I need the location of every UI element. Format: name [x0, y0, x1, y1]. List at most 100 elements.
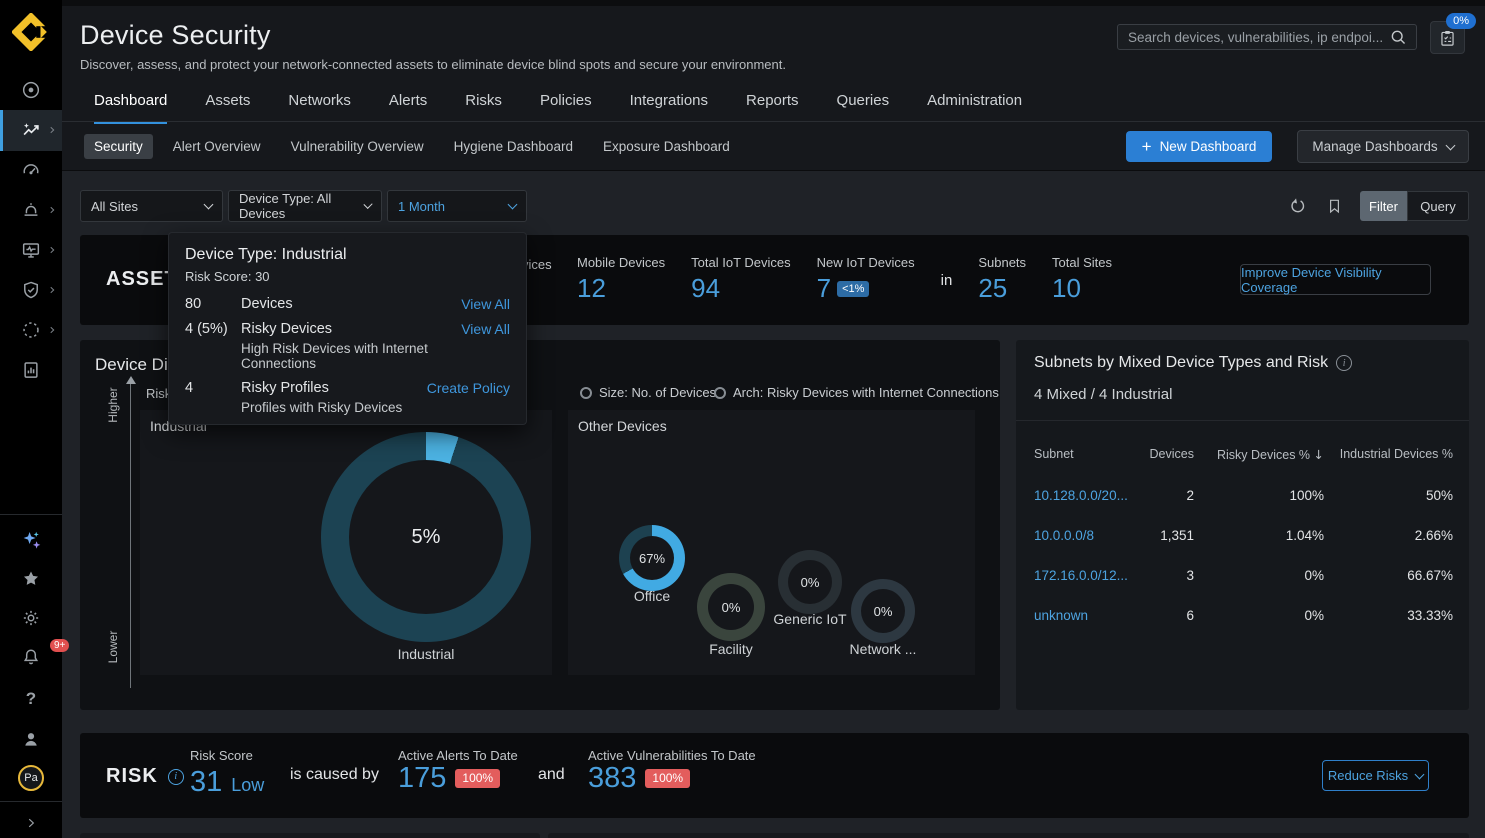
filter-dropdown-1[interactable]: All Sites: [80, 190, 223, 222]
refresh-icon: [1288, 197, 1307, 216]
donut-value: 0%: [722, 600, 741, 615]
stat-label: Mobile Devices: [577, 255, 665, 270]
sidebar-item-avatar[interactable]: Pa: [0, 761, 62, 795]
sidebar-item-sparkles[interactable]: [0, 523, 62, 557]
page-subtitle: Discover, assess, and protect your netwo…: [80, 57, 786, 72]
coverage-checklist-button[interactable]: 0%: [1430, 21, 1465, 54]
subnets-card: Subnets by Mixed Device Types and Risk i…: [1016, 340, 1469, 710]
donut-generic-iot[interactable]: 0%: [778, 550, 842, 614]
tab-networks[interactable]: Networks: [288, 92, 351, 124]
sidebar-collapse-button[interactable]: [0, 806, 62, 838]
new-dashboard-button[interactable]: + New Dashboard: [1126, 131, 1272, 162]
tab-queries[interactable]: Queries: [837, 92, 890, 124]
subnet-link[interactable]: 10.128.0.0/20...: [1034, 488, 1134, 503]
subtab-vulnerability-overview[interactable]: Vulnerability Overview: [281, 134, 434, 159]
subtab-alert-overview[interactable]: Alert Overview: [163, 134, 271, 159]
manage-dashboards-button[interactable]: Manage Dashboards: [1297, 130, 1469, 163]
popup-action-view-all[interactable]: View All: [461, 296, 510, 312]
col-devices: Devices: [1134, 447, 1194, 462]
stat-total-iot-devices: Total IoT Devices94: [691, 255, 790, 304]
sidebar-item-bell[interactable]: 9+: [0, 640, 62, 674]
search-input[interactable]: [1126, 29, 1389, 46]
tab-reports[interactable]: Reports: [746, 92, 799, 124]
tab-integrations[interactable]: Integrations: [630, 92, 708, 124]
improve-visibility-button[interactable]: Improve Device Visibility Coverage: [1240, 264, 1431, 295]
sidebar-item-alarm[interactable]: [0, 193, 62, 227]
shield-check-icon: [20, 279, 42, 301]
sidebar-item-radar[interactable]: [0, 73, 62, 107]
industrial-risk-donut[interactable]: 5%: [321, 432, 531, 642]
popup-row-3: 4Risky ProfilesProfiles with Risky Devic…: [185, 380, 510, 415]
filter-toggle-button[interactable]: Filter: [1360, 191, 1407, 221]
chevron-right-icon: [47, 285, 57, 295]
reduce-risks-button[interactable]: Reduce Risks: [1322, 760, 1429, 791]
donut-hole: 0%: [861, 589, 905, 633]
filter-value: 1 Month: [398, 199, 445, 214]
donut-office[interactable]: 67%: [619, 525, 685, 591]
subnets-table-header: Subnet Devices Risky Devices % ↓ Industr…: [1034, 447, 1453, 462]
tab-dashboard[interactable]: Dashboard: [94, 92, 167, 124]
sparkles-icon: [19, 528, 43, 552]
bookmark-icon: [1326, 196, 1343, 216]
sidebar: 9+? Pa: [0, 0, 62, 838]
popup-action-view-all[interactable]: View All: [461, 321, 510, 337]
brand-logo[interactable]: [0, 12, 62, 52]
device-security-dashboard: 9+?Pa Device Security Discover, assess, …: [0, 0, 1485, 838]
sidebar-item-device-monitor[interactable]: [0, 233, 62, 267]
help-icon: ?: [26, 689, 36, 709]
subnet-link[interactable]: 10.0.0.0/8: [1034, 528, 1134, 543]
risk-summary-bar: RISK i Risk Score 31 Low is caused by Ac…: [80, 733, 1469, 818]
industrial-donut-label: Industrial: [366, 646, 486, 662]
popup-row-label: Risky Profiles: [241, 380, 427, 396]
tab-administration[interactable]: Administration: [927, 92, 1022, 124]
donut-facility[interactable]: 0%: [697, 573, 765, 641]
subnet-cell: 1,351: [1134, 528, 1194, 543]
subnet-link[interactable]: 172.16.0.0/12...: [1034, 568, 1134, 583]
search-icon[interactable]: [1389, 28, 1408, 47]
sidebar-item-insights[interactable]: [0, 113, 62, 147]
chevron-down-icon: [204, 200, 214, 210]
filter-dropdown-2[interactable]: Device Type: All Devices: [228, 190, 382, 222]
risk-info-icon[interactable]: i: [168, 769, 184, 785]
device-distribution-title: Device Di: [95, 355, 168, 375]
radio-arch-risky[interactable]: Arch: Risky Devices with Internet Connec…: [714, 385, 999, 400]
sidebar-item-discovery[interactable]: [0, 313, 62, 347]
subtab-hygiene-dashboard[interactable]: Hygiene Dashboard: [444, 134, 583, 159]
stat-subnets: Subnets25: [978, 255, 1026, 304]
subtab-exposure-dashboard[interactable]: Exposure Dashboard: [593, 134, 740, 159]
sidebar-item-help[interactable]: ?: [0, 682, 62, 716]
subtab-security[interactable]: Security: [84, 134, 153, 159]
radar-icon: [20, 79, 42, 101]
info-icon[interactable]: i: [1336, 355, 1352, 371]
alerts-value: 175: [398, 762, 446, 795]
sidebar-item-gauge[interactable]: [0, 153, 62, 187]
tab-alerts[interactable]: Alerts: [389, 92, 427, 124]
tab-policies[interactable]: Policies: [540, 92, 592, 124]
sidebar-item-star[interactable]: [0, 562, 62, 596]
sidebar-item-shield-check[interactable]: [0, 273, 62, 307]
donut-network-[interactable]: 0%: [851, 579, 915, 643]
subnet-link[interactable]: unknown: [1034, 608, 1134, 623]
sidebar-item-gear[interactable]: [0, 601, 62, 635]
avatar[interactable]: Pa: [18, 765, 44, 791]
popup-row-2: 4 (5%)Risky DevicesHigh Risk Devices wit…: [185, 321, 510, 371]
popup-action-create-policy[interactable]: Create Policy: [427, 380, 510, 396]
col-risky-sort[interactable]: Risky Devices % ↓: [1194, 447, 1324, 462]
main-nav-tabs: Dashboard Assets Networks Alerts Risks Polici…: [94, 92, 1022, 124]
radio-size-devices[interactable]: Size: No. of Devices: [580, 385, 716, 400]
tab-assets[interactable]: Assets: [205, 92, 250, 124]
bookmark-button[interactable]: [1326, 196, 1343, 216]
filter-dropdown-3[interactable]: 1 Month: [387, 190, 527, 222]
subnets-subtitle: 4 Mixed / 4 Industrial: [1034, 386, 1172, 403]
sidebar-item-report[interactable]: [0, 353, 62, 387]
industrial-tooltip-popup: Device Type: Industrial Risk Score: 30 8…: [168, 232, 527, 425]
donut-value: 0%: [874, 604, 893, 619]
alarm-icon: [20, 199, 42, 221]
query-toggle-button[interactable]: Query: [1407, 191, 1469, 221]
tab-risks[interactable]: Risks: [465, 92, 502, 124]
sidebar-item-user[interactable]: [0, 722, 62, 756]
refresh-button[interactable]: [1288, 197, 1307, 216]
new-dashboard-label: New Dashboard: [1160, 139, 1257, 154]
subnets-divider: [1016, 420, 1469, 421]
device-monitor-icon: [20, 239, 42, 261]
